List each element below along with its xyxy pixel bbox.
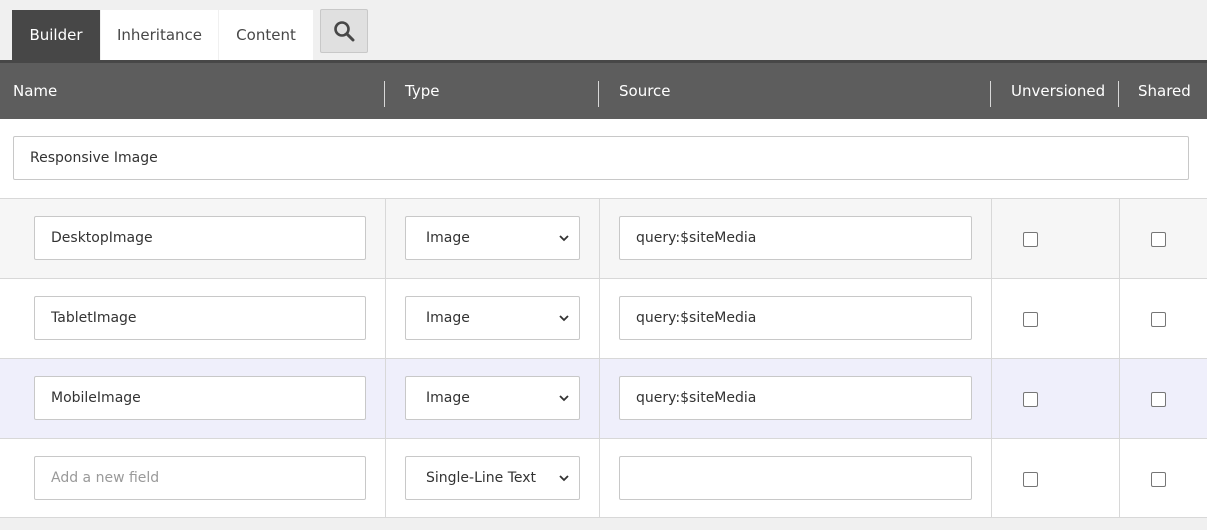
- cell-divider: [385, 279, 386, 358]
- shared-checkbox[interactable]: [1151, 312, 1166, 327]
- tab-bar: Builder Inheritance Content: [0, 0, 1207, 60]
- tab-builder[interactable]: Builder: [12, 10, 100, 60]
- cell-divider: [599, 439, 600, 518]
- cell-divider: [991, 439, 992, 518]
- column-unversioned-header: Unversioned: [1011, 82, 1106, 100]
- column-shared-header: Shared: [1138, 82, 1191, 100]
- chevron-down-icon: [559, 235, 569, 242]
- field-name-input[interactable]: [34, 296, 366, 340]
- page-background: [0, 519, 1207, 530]
- field-source-input[interactable]: [619, 296, 972, 340]
- cell-divider: [1119, 439, 1120, 518]
- search-icon: [334, 21, 355, 42]
- unversioned-checkbox[interactable]: [1023, 392, 1038, 407]
- shared-checkbox[interactable]: [1151, 232, 1166, 247]
- new-field-row: Single-Line Text: [0, 438, 1207, 518]
- field-type-value: Image: [426, 230, 470, 246]
- field-type-value: Image: [426, 390, 470, 406]
- tab-inheritance[interactable]: Inheritance: [101, 10, 218, 60]
- field-type-value: Image: [426, 310, 470, 326]
- cell-divider: [991, 359, 992, 438]
- shared-checkbox[interactable]: [1151, 392, 1166, 407]
- chevron-down-icon: [559, 395, 569, 402]
- field-source-input[interactable]: [619, 376, 972, 420]
- field-name-input[interactable]: [34, 376, 366, 420]
- search-button[interactable]: [320, 9, 368, 53]
- cell-divider: [599, 359, 600, 438]
- cell-divider: [385, 199, 386, 278]
- cell-divider: [991, 279, 992, 358]
- field-row-selected: Image: [0, 358, 1207, 438]
- tab-content[interactable]: Content: [219, 10, 313, 60]
- new-field-source-input[interactable]: [619, 456, 972, 500]
- field-row: Image: [0, 198, 1207, 278]
- cell-divider: [599, 279, 600, 358]
- unversioned-checkbox[interactable]: [1023, 312, 1038, 327]
- tab-content-label: Content: [236, 26, 296, 44]
- column-type-header: Type: [405, 82, 440, 100]
- cell-divider: [385, 439, 386, 518]
- cell-divider: [1119, 359, 1120, 438]
- new-field-type-select[interactable]: Single-Line Text: [405, 456, 580, 500]
- cell-divider: [991, 199, 992, 278]
- column-divider: [598, 81, 599, 107]
- column-divider: [1118, 81, 1119, 107]
- unversioned-checkbox[interactable]: [1023, 232, 1038, 247]
- cell-divider: [1119, 279, 1120, 358]
- field-row: Image: [0, 278, 1207, 358]
- tab-builder-label: Builder: [29, 26, 83, 44]
- section-name-input[interactable]: [13, 136, 1189, 180]
- new-field-name-input[interactable]: [34, 456, 366, 500]
- tab-inheritance-label: Inheritance: [116, 26, 203, 44]
- cell-divider: [385, 359, 386, 438]
- column-source-header: Source: [619, 82, 671, 100]
- cell-divider: [1119, 199, 1120, 278]
- field-type-select[interactable]: Image: [405, 296, 580, 340]
- chevron-down-icon: [559, 475, 569, 482]
- column-header: Name Type Source Unversioned Shared: [0, 60, 1207, 119]
- field-type-value: Single-Line Text: [426, 470, 537, 486]
- shared-checkbox[interactable]: [1151, 472, 1166, 487]
- column-divider: [384, 81, 385, 107]
- column-name-header: Name: [13, 82, 58, 100]
- unversioned-checkbox[interactable]: [1023, 472, 1038, 487]
- chevron-down-icon: [559, 315, 569, 322]
- field-type-select[interactable]: Image: [405, 376, 580, 420]
- section-row: [0, 119, 1207, 198]
- cell-divider: [599, 199, 600, 278]
- field-name-input[interactable]: [34, 216, 366, 260]
- field-type-select[interactable]: Image: [405, 216, 580, 260]
- field-source-input[interactable]: [619, 216, 972, 260]
- column-divider: [990, 81, 991, 107]
